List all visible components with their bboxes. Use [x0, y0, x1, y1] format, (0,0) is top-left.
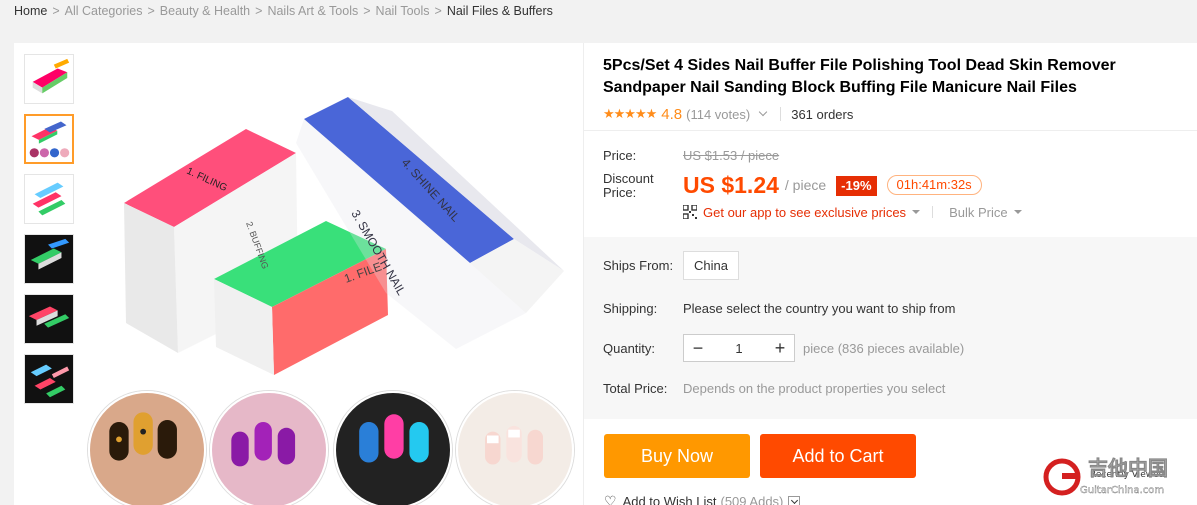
increase-quantity-button[interactable]: +: [766, 335, 794, 361]
availability-text: piece (836 pieces available): [803, 340, 965, 356]
sku-panel: Ships From: China Shipping: Please selec…: [584, 237, 1197, 419]
app-price-row: Get our app to see exclusive prices Bulk…: [683, 202, 1193, 222]
rating-value: 4.8: [661, 105, 683, 123]
discount-badge: -19%: [836, 176, 877, 196]
votes-count[interactable]: (114 votes): [686, 107, 750, 122]
product-card: 4. SHINE NAIL 3. SMOOTH NAIL 1. FILE 1. …: [14, 43, 1197, 505]
chevron-down-icon[interactable]: [788, 495, 801, 505]
quantity-stepper: − 1 +: [683, 334, 795, 362]
add-to-cart-button[interactable]: Add to Cart: [760, 434, 916, 478]
product-title: 5Pcs/Set 4 Sides Nail Buffer File Polish…: [603, 57, 1116, 96]
breadcrumb-all-categories[interactable]: All Categories: [65, 4, 143, 18]
ships-from-label: Ships From:: [603, 258, 674, 273]
breadcrumb-nail-files-buffers[interactable]: Nail Files & Buffers: [447, 4, 553, 18]
quantity-input[interactable]: 1: [712, 341, 766, 356]
discount-price-label: Discount Price:: [603, 171, 654, 200]
main-product-image[interactable]: 4. SHINE NAIL 3. SMOOTH NAIL 1. FILE 1. …: [96, 53, 584, 393]
watermark-text-cn: 吉他中国: [1088, 456, 1168, 480]
ships-from-china-option[interactable]: China: [683, 251, 739, 280]
caret-down-icon[interactable]: [1013, 210, 1022, 214]
breadcrumb-home[interactable]: Home: [14, 4, 47, 18]
thumbnail-5[interactable]: [24, 294, 74, 344]
sample-image-4[interactable]: [456, 391, 574, 505]
quantity-label: Quantity:: [603, 340, 656, 356]
breadcrumb-beauty-health[interactable]: Beauty & Health: [160, 4, 250, 18]
star-rating-icon: ★★★★★: [603, 106, 657, 121]
sample-image-strip: [86, 391, 586, 505]
rating-row: ★★★★★ 4.8 (114 votes) 361 orders: [603, 104, 1197, 124]
chevron-down-icon[interactable]: [758, 107, 768, 117]
discount-price: US $1.24: [683, 172, 779, 198]
price-unit: / piece: [784, 177, 827, 193]
breadcrumb-nail-tools[interactable]: Nail Tools: [376, 4, 430, 18]
thumbnail-4[interactable]: [24, 234, 74, 284]
app-exclusive-prices-link[interactable]: Get our app to see exclusive prices: [703, 205, 906, 220]
breadcrumb: Home > All Categories > Beauty & Health > Nail…: [14, 4, 553, 18]
countdown-timer: 01h:41m:32s: [886, 175, 982, 195]
qr-code-icon: [683, 205, 697, 219]
thumbnail-1[interactable]: [24, 54, 74, 104]
divider: [780, 107, 782, 121]
buy-now-button[interactable]: Buy Now: [604, 434, 750, 478]
product-info: 5Pcs/Set 4 Sides Nail Buffer File Polish…: [603, 55, 1197, 124]
shipping-label: Shipping:: [603, 301, 658, 316]
caret-down-icon[interactable]: [912, 210, 921, 214]
total-price-label: Total Price:: [603, 381, 668, 396]
thumbnail-3[interactable]: [24, 174, 74, 224]
breadcrumb-nails-art-tools[interactable]: Nails Art & Tools: [267, 4, 358, 18]
price-block: Price: US $1.53 / piece Discount Price: U…: [603, 147, 1193, 222]
add-to-wishlist-link[interactable]: Add to Wish List: [623, 494, 717, 505]
wishlist-row[interactable]: ♡ Add to Wish List (509 Adds): [604, 493, 801, 505]
divider: [584, 130, 1197, 131]
price-label: Price:: [603, 147, 637, 163]
decrease-quantity-button[interactable]: −: [684, 335, 712, 361]
watermark-url: GuitarChina.com: [1080, 485, 1164, 496]
heart-icon[interactable]: ♡: [604, 493, 617, 505]
sample-image-3[interactable]: [334, 391, 452, 505]
sample-image-2[interactable]: [210, 391, 328, 505]
wishlist-count: (509 Adds): [720, 494, 784, 505]
watermark-logo: Recently Viewed 吉他中国 GuitarChina.com: [1040, 455, 1197, 505]
total-price-value: Depends on the product properties you se…: [683, 381, 946, 396]
bulk-price-dropdown[interactable]: Bulk Price: [949, 205, 1008, 220]
original-price: US $1.53 / piece: [683, 147, 780, 163]
orders-count: 361 orders: [791, 106, 854, 122]
sample-image-1[interactable]: [88, 391, 206, 505]
thumbnail-list: [24, 54, 74, 414]
thumbnail-2[interactable]: [24, 114, 74, 164]
thumbnail-6[interactable]: [24, 354, 74, 404]
shipping-value: Please select the country you want to sh…: [683, 301, 956, 316]
divider: [932, 206, 934, 218]
